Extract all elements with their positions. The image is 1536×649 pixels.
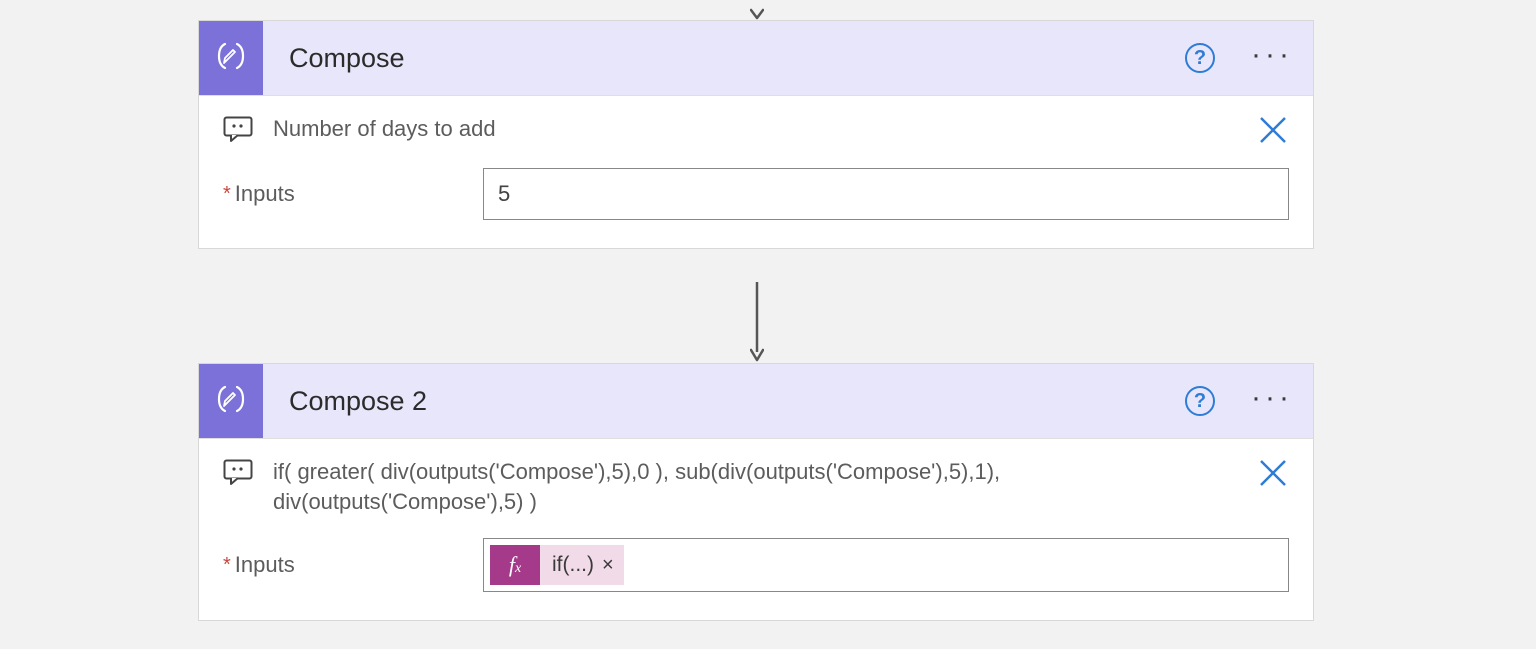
comment-row: if( greater( div(outputs('Compose'),5),0… bbox=[223, 457, 1289, 516]
inputs-field[interactable]: fx if(...) × bbox=[483, 538, 1289, 592]
comment-icon bbox=[223, 116, 253, 142]
comment-text: Number of days to add bbox=[273, 114, 1237, 144]
inputs-row: * Inputs bbox=[223, 168, 1289, 220]
compose-icon bbox=[199, 21, 263, 95]
more-menu-icon[interactable]: ··· bbox=[1251, 50, 1293, 66]
close-comment-icon[interactable] bbox=[1257, 114, 1289, 146]
card-title: Compose 2 bbox=[263, 386, 1185, 417]
fx-icon: fx bbox=[490, 545, 540, 585]
comment-row: Number of days to add bbox=[223, 114, 1289, 146]
required-indicator: * bbox=[223, 183, 231, 206]
expression-token-label: if(...) bbox=[540, 553, 600, 577]
close-comment-icon[interactable] bbox=[1257, 457, 1289, 489]
required-indicator: * bbox=[223, 554, 231, 577]
help-icon[interactable]: ? bbox=[1185, 43, 1215, 73]
compose-card-2: Compose 2 ? ··· if( greater( div(outputs… bbox=[198, 363, 1314, 621]
more-menu-icon[interactable]: ··· bbox=[1251, 393, 1293, 409]
comment-text: if( greater( div(outputs('Compose'),5),0… bbox=[273, 457, 1237, 516]
card-header[interactable]: Compose ? ··· bbox=[199, 21, 1313, 95]
card-title: Compose bbox=[263, 43, 1185, 74]
expression-token[interactable]: fx if(...) × bbox=[490, 545, 624, 585]
card-header[interactable]: Compose 2 ? ··· bbox=[199, 364, 1313, 438]
inputs-label: * Inputs bbox=[223, 552, 479, 578]
remove-token-icon[interactable]: × bbox=[600, 554, 624, 577]
inputs-label: * Inputs bbox=[223, 181, 479, 207]
comment-icon bbox=[223, 459, 253, 485]
help-icon[interactable]: ? bbox=[1185, 386, 1215, 416]
compose-card-1: Compose ? ··· Number of days to add bbox=[198, 20, 1314, 249]
connector-arrow-mid bbox=[750, 282, 764, 368]
inputs-row: * Inputs fx if(...) × bbox=[223, 538, 1289, 592]
compose-icon bbox=[199, 364, 263, 438]
inputs-field[interactable] bbox=[483, 168, 1289, 220]
connector-arrow-top bbox=[750, 0, 764, 22]
